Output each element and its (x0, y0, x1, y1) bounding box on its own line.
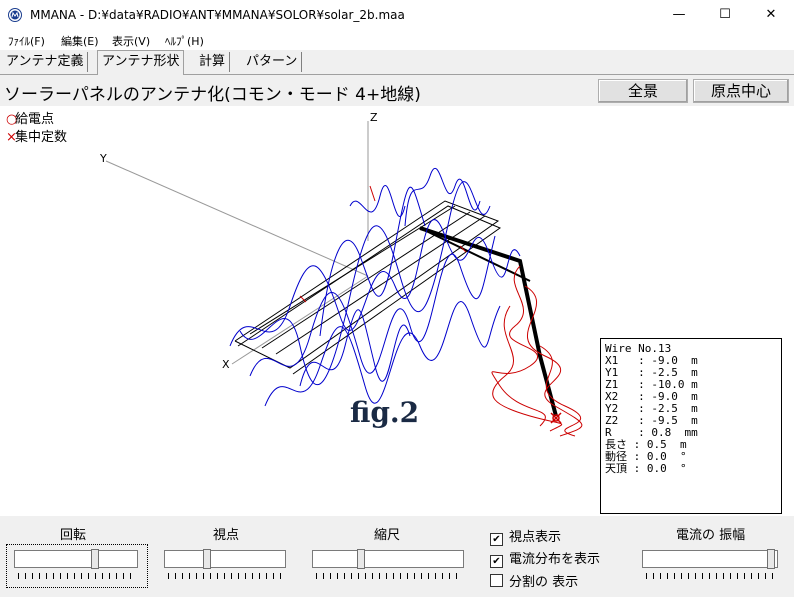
show-viewpoint-checkbox[interactable]: ✔ 視点表示 (490, 526, 561, 546)
viewpoint-slider-thumb[interactable] (203, 549, 211, 569)
tab-strip: アンテナ定義 アンテナ形状 計算 パターン (0, 50, 794, 75)
wire-info-panel: Wire No.13 X1 : -9.0 m Y1 : -2.5 m Z1 : … (600, 338, 782, 514)
current-amplitude-slider-ticks (646, 573, 776, 579)
show-segments-check-icon[interactable] (490, 574, 503, 587)
close-button[interactable]: ✕ (748, 0, 794, 30)
mmana-app-icon (8, 8, 22, 22)
viewpoint-slider[interactable] (164, 549, 286, 569)
figure-label: fig.2 (350, 396, 420, 429)
feed-point-marker (550, 412, 562, 424)
menu-edit[interactable]: 編集(E) (61, 33, 99, 49)
antenna-title: ソーラーパネルのアンテナ化(コモン・モード 4+地線) (4, 85, 421, 105)
x-axis (231, 275, 369, 365)
show-current-check-icon[interactable]: ✔ (490, 555, 503, 568)
scale-slider-ticks (316, 573, 462, 579)
current-amplitude-slider[interactable] (642, 549, 778, 569)
show-current-distribution-checkbox[interactable]: ✔ 電流分布を表示 (490, 548, 600, 568)
rotate-slider[interactable] (14, 549, 138, 569)
scale-slider[interactable] (312, 549, 464, 569)
fit-view-button[interactable]: 全景 (598, 79, 688, 103)
current-amplitude-label: 電流の 振幅 (676, 528, 746, 543)
tab-pattern[interactable]: パターン (242, 52, 303, 72)
x-axis-label: X (222, 358, 230, 371)
maximize-button[interactable]: ☐ (702, 0, 748, 30)
window-title: MMANA - D:¥data¥RADIO¥ANT¥MMANA¥SOLOR¥so… (30, 8, 405, 22)
show-current-label: 電流分布を表示 (509, 552, 601, 567)
tab-calculation[interactable]: 計算 (195, 52, 231, 72)
rotate-label: 回転 (60, 528, 87, 543)
menu-file[interactable]: ﾌｧｲﾙ(F) (8, 33, 45, 49)
tab-antenna-geometry[interactable]: アンテナ形状 (97, 50, 185, 75)
current-distribution-red (299, 185, 583, 437)
tab-antenna-definition[interactable]: アンテナ定義 (2, 52, 89, 72)
title-bar: MMANA - D:¥data¥RADIO¥ANT¥MMANA¥SOLOR¥so… (0, 0, 794, 30)
menu-help[interactable]: ﾍﾙﾌﾟ(H) (165, 33, 204, 49)
center-origin-button[interactable]: 原点中心 (693, 79, 789, 103)
rotate-slider-thumb[interactable] (91, 549, 99, 569)
current-amplitude-slider-thumb[interactable] (767, 549, 775, 569)
viewpoint-label: 視点 (213, 528, 240, 543)
menu-view[interactable]: 表示(V) (112, 33, 150, 49)
scale-slider-thumb[interactable] (357, 549, 365, 569)
view-controls: 回転 視点 縮尺 ✔ 視点表示 ✔ 電流分布を表示 分割の 表示 電流の 振幅 (0, 516, 794, 597)
antenna-3d-view[interactable]: ○給電点 ×集中定数 Z Y X fig.2 Wire No.13 X1: -… (0, 106, 794, 516)
viewpoint-slider-ticks (168, 573, 284, 579)
menu-bar: ﾌｧｲﾙ(F) 編集(E) 表示(V) ﾍﾙﾌﾟ(H) (0, 30, 794, 51)
show-segments-label: 分割の 表示 (509, 575, 579, 590)
minimize-button[interactable]: — (656, 0, 702, 30)
y-axis (105, 160, 369, 277)
show-segments-checkbox[interactable]: 分割の 表示 (490, 571, 578, 590)
show-viewpoint-label: 視点表示 (509, 530, 562, 545)
z-axis-label: Z (370, 111, 378, 124)
show-viewpoint-check-icon[interactable]: ✔ (490, 533, 503, 546)
rotate-slider-ticks (18, 573, 136, 579)
y-axis-label: Y (99, 152, 107, 165)
current-distribution-blue (229, 167, 521, 407)
wire-info-line: 天頂 : 0.0 ° (605, 462, 687, 475)
scale-label: 縮尺 (374, 528, 401, 543)
